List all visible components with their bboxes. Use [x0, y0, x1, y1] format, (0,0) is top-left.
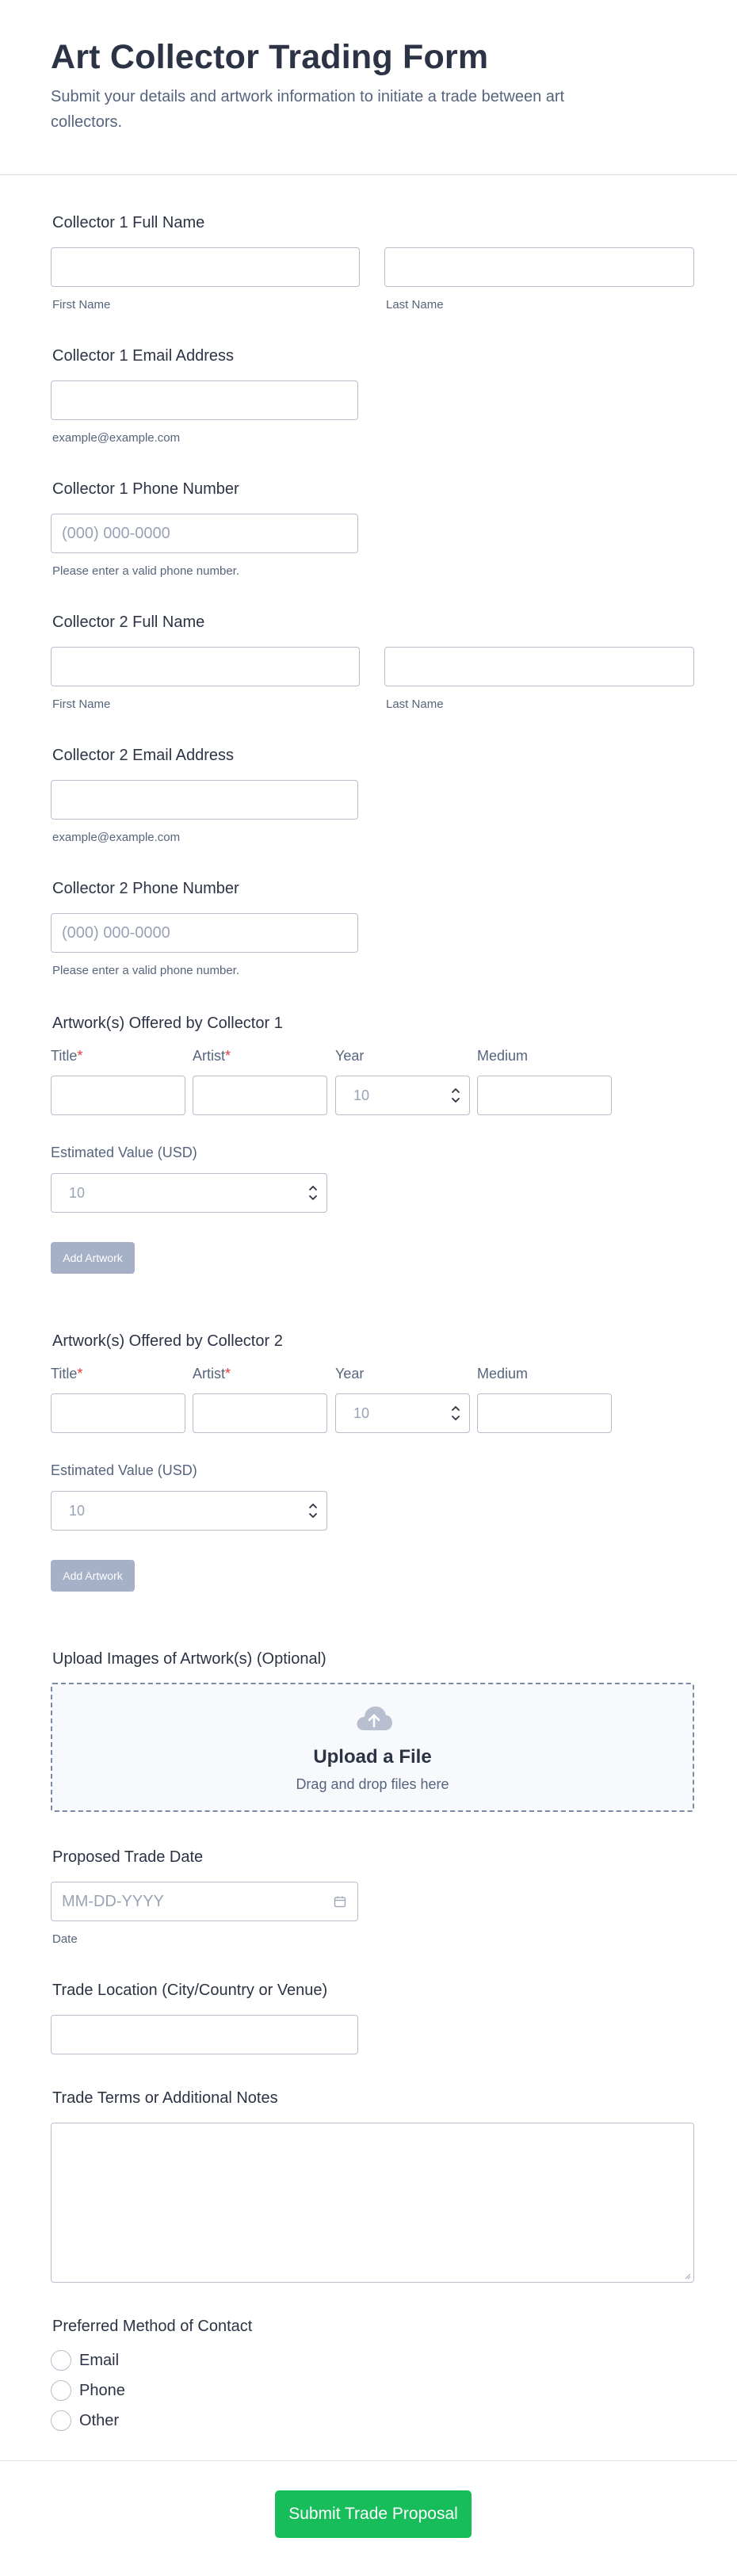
artworks1-title-header: Title* — [51, 1048, 83, 1064]
artworks2-label: Artwork(s) Offered by Collector 2 — [52, 1332, 283, 1350]
year-placeholder: 10 — [353, 1405, 370, 1421]
stepper-arrows-icon[interactable] — [450, 1081, 461, 1110]
collector1-phone-input[interactable]: (000) 000-0000 — [51, 514, 358, 553]
upload-subtitle: Drag and drop files here — [296, 1776, 449, 1792]
stepper-arrows-icon[interactable] — [307, 1496, 319, 1525]
artworks2-year-header: Year — [335, 1366, 365, 1382]
trade-date-input[interactable]: MM-DD-YYYY — [51, 1882, 358, 1921]
artworks1-value-label: Estimated Value (USD) — [51, 1145, 197, 1160]
collector1-email-sublabel: example@example.com — [52, 431, 181, 445]
year-placeholder: 10 — [353, 1087, 370, 1103]
contact-radio-other[interactable] — [51, 2410, 71, 2431]
trade-date-sublabel: Date — [52, 1932, 78, 1946]
collector2-first-name-sublabel: First Name — [52, 698, 111, 711]
date-placeholder: MM-DD-YYYY — [62, 1893, 164, 1910]
collector2-last-name-input[interactable] — [384, 647, 694, 686]
artworks1-medium-header: Medium — [477, 1048, 529, 1064]
artworks1-year-header: Year — [335, 1048, 365, 1064]
collector2-name-label: Collector 2 Full Name — [52, 613, 205, 631]
collector1-name-label: Collector 1 Full Name — [52, 214, 205, 231]
collector1-phone-label: Collector 1 Phone Number — [52, 480, 239, 498]
calendar-icon[interactable] — [334, 1895, 346, 1908]
contact-option-other-label[interactable]: Other — [79, 2412, 119, 2430]
contact-option-phone-label[interactable]: Phone — [79, 2382, 125, 2400]
collector1-last-name-sublabel: Last Name — [386, 298, 444, 311]
contact-radio-phone[interactable] — [51, 2380, 71, 2401]
artworks1-title-input[interactable] — [51, 1076, 185, 1115]
notes-label: Trade Terms or Additional Notes — [52, 2089, 278, 2107]
artworks1-artist-header: Artist* — [193, 1048, 231, 1064]
value-placeholder: 10 — [69, 1503, 86, 1519]
stepper-arrows-icon[interactable] — [450, 1399, 461, 1428]
stepper-arrows-icon[interactable] — [307, 1179, 319, 1207]
artworks1-artist-input[interactable] — [193, 1076, 327, 1115]
collector2-phone-input[interactable]: (000) 000-0000 — [51, 913, 358, 953]
artworks2-add-artwork-button[interactable]: Add Artwork — [51, 1560, 135, 1592]
trade-location-label: Trade Location (City/Country or Venue) — [52, 1982, 328, 1999]
artworks2-value-label: Estimated Value (USD) — [51, 1462, 197, 1478]
artworks1-value-stepper[interactable]: 10 — [51, 1173, 327, 1213]
collector1-first-name-sublabel: First Name — [52, 298, 111, 311]
collector1-first-name-input[interactable] — [51, 247, 360, 287]
value-placeholder: 10 — [69, 1185, 86, 1201]
collector2-first-name-input[interactable] — [51, 647, 360, 686]
resize-handle-icon[interactable] — [683, 2272, 691, 2280]
phone-placeholder: (000) 000-0000 — [62, 924, 170, 942]
collector2-email-input[interactable] — [51, 780, 358, 820]
collector1-email-input[interactable] — [51, 380, 358, 420]
contact-radio-email[interactable] — [51, 2350, 71, 2371]
artworks2-medium-header: Medium — [477, 1366, 529, 1382]
artworks2-artist-input[interactable] — [193, 1393, 327, 1433]
artworks1-medium-input[interactable] — [477, 1076, 612, 1115]
upload-label: Upload Images of Artwork(s) (Optional) — [52, 1650, 326, 1668]
form-title: Art Collector Trading Form — [51, 38, 489, 76]
artworks2-title-header: Title* — [51, 1366, 83, 1382]
footer-divider — [0, 2460, 737, 2461]
cloud-upload-icon — [357, 1707, 392, 1730]
collector2-phone-sublabel: Please enter a valid phone number. — [52, 964, 239, 977]
artworks2-medium-input[interactable] — [477, 1393, 612, 1433]
collector2-email-label: Collector 2 Email Address — [52, 747, 234, 764]
form-subtitle: Submit your details and artwork informat… — [51, 88, 565, 131]
artworks2-artist-header: Artist* — [193, 1366, 231, 1382]
artworks1-label: Artwork(s) Offered by Collector 1 — [52, 1015, 283, 1032]
collector2-phone-label: Collector 2 Phone Number — [52, 880, 239, 897]
file-upload-dropzone[interactable]: Upload a File Drag and drop files here — [51, 1683, 694, 1812]
contact-method-label: Preferred Method of Contact — [52, 2318, 253, 2335]
artworks1-add-artwork-button[interactable]: Add Artwork — [51, 1242, 135, 1274]
notes-textarea[interactable] — [51, 2123, 694, 2283]
upload-title: Upload a File — [313, 1746, 432, 1768]
collector1-email-label: Collector 1 Email Address — [52, 347, 234, 365]
collector2-last-name-sublabel: Last Name — [386, 698, 444, 711]
artworks2-value-stepper[interactable]: 10 — [51, 1491, 327, 1531]
submit-button[interactable]: Submit Trade Proposal — [275, 2490, 472, 2538]
artworks2-year-stepper[interactable]: 10 — [335, 1393, 470, 1433]
form-header: Art Collector Trading Form Submit your d… — [0, 0, 737, 175]
collector1-phone-sublabel: Please enter a valid phone number. — [52, 564, 239, 578]
phone-placeholder: (000) 000-0000 — [62, 525, 170, 542]
contact-option-email-label[interactable]: Email — [79, 2352, 119, 2370]
collector2-email-sublabel: example@example.com — [52, 831, 181, 844]
collector1-last-name-input[interactable] — [384, 247, 694, 287]
trade-location-input[interactable] — [51, 2015, 358, 2054]
artworks1-year-stepper[interactable]: 10 — [335, 1076, 470, 1115]
trade-date-label: Proposed Trade Date — [52, 1848, 204, 1866]
artworks2-title-input[interactable] — [51, 1393, 185, 1433]
